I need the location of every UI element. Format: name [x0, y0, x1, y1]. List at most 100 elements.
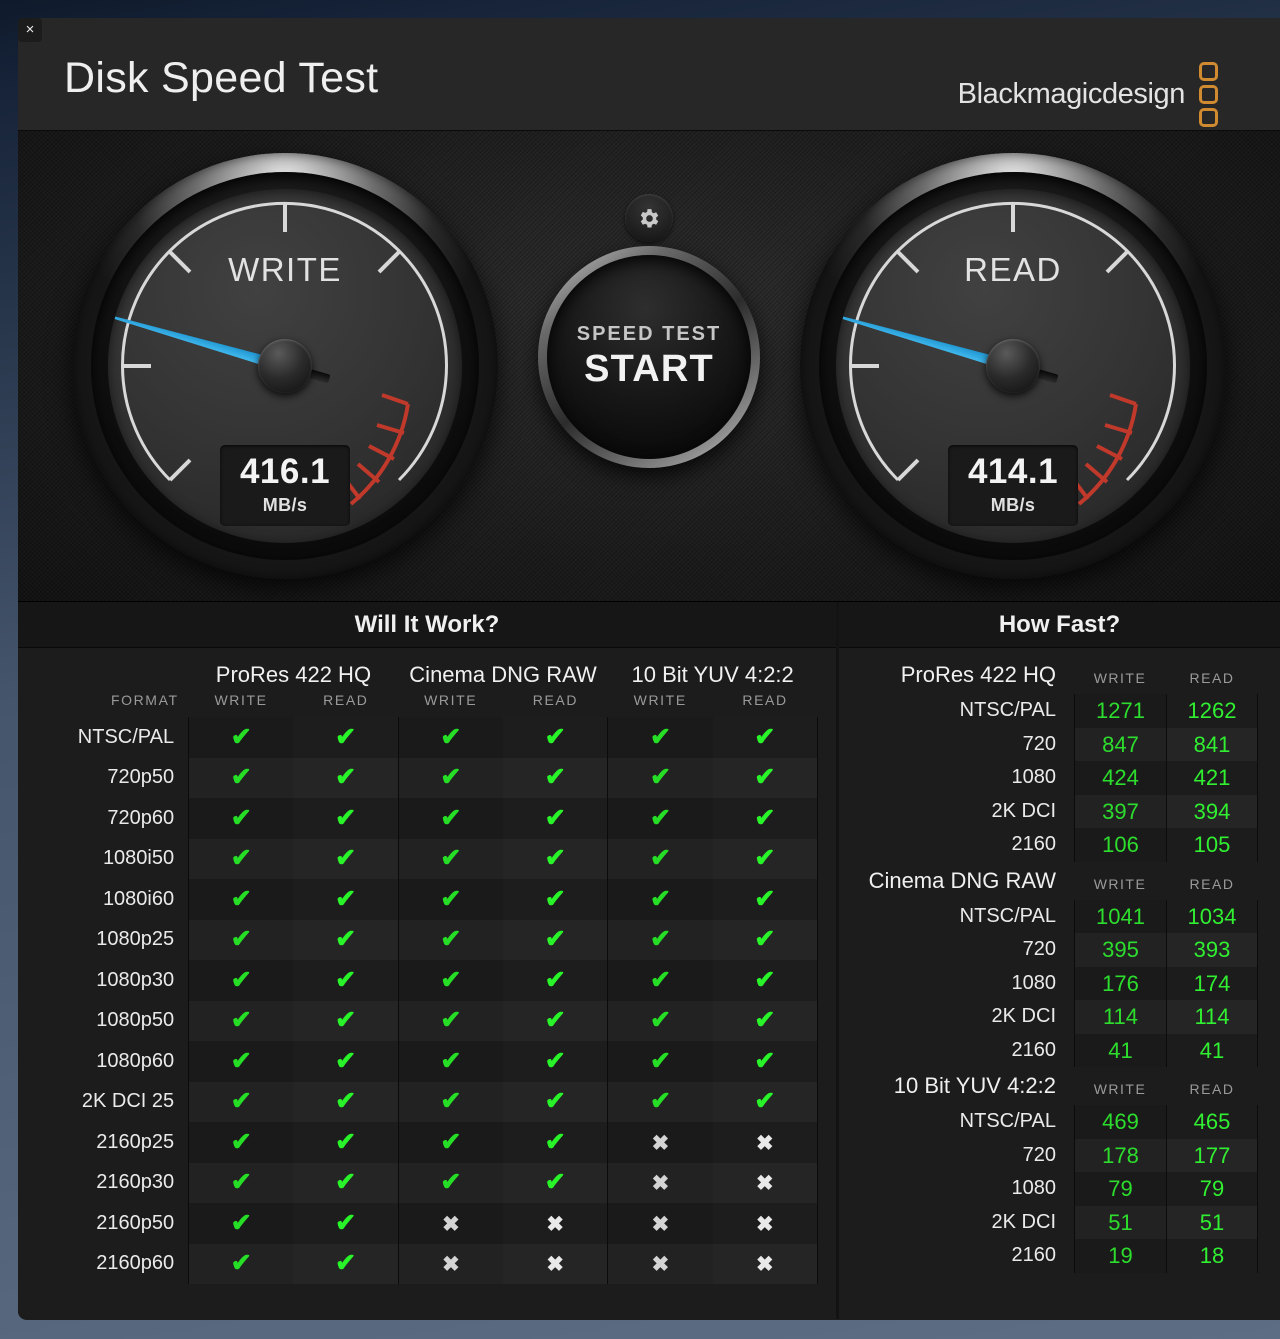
cross-icon: ✖: [651, 1253, 670, 1277]
how-fast-read-header: READ: [1189, 670, 1235, 686]
check-icon: ✔: [544, 763, 566, 792]
check-icon: ✔: [230, 1127, 252, 1156]
list-item: 2K DCI 51 51: [849, 1205, 1258, 1239]
table-row: 720p50 ✔ ✔ ✔ ✔ ✔ ✔: [36, 757, 818, 798]
speed-test-start-button[interactable]: SPEED TEST START: [538, 246, 760, 468]
read-value: 414.1: [967, 452, 1059, 491]
read-speed-value: 51: [1166, 1205, 1258, 1239]
support-cell: ✔: [188, 757, 294, 798]
check-icon: ✔: [544, 965, 566, 994]
read-speed-value: 18: [1166, 1239, 1258, 1273]
resolution-label: NTSC/PAL: [959, 1110, 1056, 1133]
list-item: 1080 79 79: [849, 1172, 1258, 1206]
list-item: 720 395 393: [849, 933, 1258, 967]
format-label: 2160p50: [96, 1211, 175, 1234]
read-speed-value: 174: [1166, 966, 1258, 1000]
how-fast-read-header: READ: [1189, 1081, 1235, 1097]
check-icon: ✔: [754, 884, 776, 913]
support-cell: ✔: [293, 1122, 399, 1163]
blackmagic-mark-icon: [1199, 62, 1218, 127]
support-cell: ✔: [188, 1243, 294, 1284]
check-icon: ✔: [440, 1087, 462, 1116]
gauge-panel: WRITE 416.1 MB/s SPEED TEST START READ 4…: [18, 131, 1280, 602]
support-cell: ✔: [188, 1000, 294, 1041]
check-icon: ✔: [440, 722, 462, 751]
write-speed-value: 847: [1074, 727, 1166, 761]
write-speed-value: 114: [1074, 1000, 1166, 1034]
support-cell: ✔: [397, 1000, 504, 1041]
disk-speed-test-window: Disk Speed Test Blackmagicdesign WRITE 4…: [18, 18, 1280, 1320]
support-cell: ✖: [607, 1122, 713, 1163]
write-speed-value: 469: [1074, 1105, 1166, 1139]
page-title: Disk Speed Test: [64, 54, 379, 102]
resolution-label: 1080: [1011, 1177, 1057, 1200]
check-icon: ✔: [649, 965, 671, 994]
check-icon: ✔: [230, 803, 252, 832]
check-icon: ✔: [649, 722, 671, 751]
check-icon: ✔: [544, 803, 566, 832]
support-cell: ✖: [607, 1203, 713, 1244]
check-icon: ✔: [335, 1046, 357, 1075]
resolution-label: NTSC/PAL: [959, 699, 1056, 722]
support-cell: ✔: [712, 838, 818, 879]
table-row: 720p60 ✔ ✔ ✔ ✔ ✔ ✔: [36, 798, 818, 839]
support-cell: ✔: [293, 1000, 399, 1041]
title-bar: Disk Speed Test Blackmagicdesign: [18, 18, 1280, 131]
list-item: 2160 19 18: [849, 1239, 1258, 1273]
support-cell: ✔: [712, 1000, 818, 1041]
table-row: 2160p30 ✔ ✔ ✔ ✔ ✖ ✖: [36, 1162, 818, 1203]
how-fast-group-header: Cinema DNG RAW WRITE READ: [849, 868, 1258, 900]
list-item: NTSC/PAL 1271 1262: [849, 694, 1258, 728]
cross-icon: ✖: [756, 1172, 774, 1196]
support-cell: ✔: [503, 1041, 609, 1082]
check-icon: ✔: [754, 1087, 776, 1116]
how-fast-group-header: 10 Bit YUV 4:2:2 WRITE READ: [849, 1073, 1258, 1105]
how-fast-title: How Fast?: [839, 602, 1280, 648]
support-cell: ✔: [397, 879, 504, 920]
resolution-label: 2K DCI: [991, 1005, 1056, 1028]
write-speed-value: 19: [1074, 1239, 1166, 1273]
subcol-write-1: WRITE: [424, 692, 478, 708]
check-icon: ✔: [335, 722, 357, 751]
list-item: NTSC/PAL 469 465: [849, 1105, 1258, 1139]
read-speed-value: 1262: [1166, 694, 1258, 728]
table-row: 2160p25 ✔ ✔ ✔ ✔ ✖ ✖: [36, 1122, 818, 1163]
codec-header-0: ProRes 422 HQ: [215, 662, 372, 687]
subcol-read-1: READ: [532, 692, 579, 708]
support-cell: ✔: [188, 1122, 294, 1163]
check-icon: ✔: [230, 884, 252, 913]
check-icon: ✔: [754, 965, 776, 994]
start-button-label: START: [584, 348, 714, 390]
list-item: 1080 424 421: [849, 761, 1258, 795]
support-cell: ✔: [503, 1000, 609, 1041]
close-icon[interactable]: ×: [18, 18, 42, 42]
list-item: 2K DCI 114 114: [849, 1000, 1258, 1034]
read-speed-value: 114: [1166, 1000, 1258, 1034]
format-label: NTSC/PAL: [77, 725, 175, 748]
gear-icon[interactable]: [625, 194, 673, 242]
start-button-inner: SPEED TEST START: [547, 255, 751, 459]
how-fast-group: ProRes 422 HQ WRITE READ NTSC/PAL 1271 1262 72…: [849, 662, 1258, 862]
resolution-label: 2160: [1011, 833, 1057, 856]
write-value: 416.1: [239, 452, 331, 491]
support-cell: ✔: [293, 919, 399, 960]
support-cell: ✔: [293, 838, 399, 879]
cross-icon: ✖: [546, 1253, 564, 1277]
will-it-work-body: ProRes 422 HQ Cinema DNG RAW 10 Bit YUV 4:…: [18, 648, 836, 1284]
write-speed-value: 51: [1074, 1205, 1166, 1239]
how-fast-group: Cinema DNG RAW WRITE READ NTSC/PAL 1041 1034 7…: [849, 868, 1258, 1067]
gear-glyph: [640, 208, 658, 227]
support-cell: ✔: [712, 960, 818, 1001]
support-cell: ✔: [712, 919, 818, 960]
resolution-label: 720: [1022, 1143, 1056, 1166]
cross-icon: ✖: [651, 1172, 670, 1196]
how-fast-body: ProRes 422 HQ WRITE READ NTSC/PAL 1271 1262 72…: [839, 648, 1280, 1273]
support-cell: ✔: [607, 717, 713, 758]
support-cell: ✔: [293, 1162, 399, 1203]
check-icon: ✔: [649, 925, 671, 954]
list-item: NTSC/PAL 1041 1034: [849, 899, 1258, 933]
write-gauge: WRITE 416.1 MB/s: [72, 153, 498, 579]
write-gauge-face: WRITE 416.1 MB/s: [108, 189, 462, 543]
check-icon: ✔: [440, 965, 462, 994]
support-cell: ✔: [607, 1000, 713, 1041]
